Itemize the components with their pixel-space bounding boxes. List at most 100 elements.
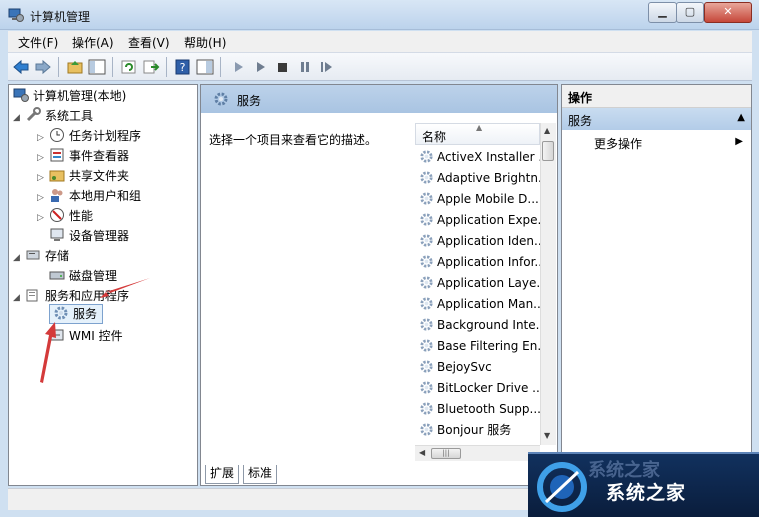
tree-item-task-scheduler[interactable]: ▷ 任务计划程序 [37, 127, 141, 145]
start-service-icon[interactable] [230, 59, 248, 75]
tree-item-wmi[interactable]: WMI 控件 [49, 327, 123, 345]
menu-help[interactable]: 帮助(H) [184, 34, 226, 51]
clock-icon [50, 128, 64, 142]
service-name: Base Filtering En... [437, 339, 541, 353]
service-row[interactable]: Application Laye... [419, 273, 541, 294]
expand-arrow-icon[interactable]: ▷ [37, 149, 47, 167]
service-name: ActiveX Installer ... [437, 150, 541, 164]
gear-icon [420, 360, 433, 373]
minimize-button[interactable]: ▁ [648, 2, 677, 23]
expand-arrow-icon[interactable]: ▷ [37, 169, 47, 187]
tab-standard[interactable]: 标准 [243, 465, 278, 484]
gear-icon [420, 150, 433, 163]
watermark-emblem-icon [537, 462, 587, 512]
export-list-icon[interactable] [142, 59, 160, 75]
scroll-thumb[interactable]: ||| [431, 448, 461, 459]
tree-item-event-viewer[interactable]: ▷ 事件查看器 [37, 147, 129, 165]
scroll-left-icon[interactable]: ◀ [419, 448, 425, 457]
expand-arrow-icon[interactable]: ▷ [37, 129, 47, 147]
gear-icon [420, 192, 433, 205]
service-name: Application Laye... [437, 276, 541, 290]
tree-item-shared-folders[interactable]: ▷ 共享文件夹 [37, 167, 129, 185]
start-alt-icon[interactable] [252, 59, 270, 75]
tools-icon [26, 107, 41, 122]
scroll-thumb[interactable] [542, 141, 554, 161]
menu-view[interactable]: 查看(V) [128, 34, 170, 51]
collapse-arrow-icon[interactable]: ◢ [13, 249, 23, 267]
service-row[interactable]: Bonjour 服务 [419, 420, 541, 441]
vertical-scrollbar[interactable]: ▲ ▼ [540, 123, 556, 445]
event-viewer-icon [50, 148, 64, 162]
service-row[interactable]: Application Infor... [419, 252, 541, 273]
menu-file[interactable]: 文件(F) [18, 34, 58, 51]
actions-section-services[interactable]: 服务 ▲ [562, 108, 751, 130]
help-icon[interactable]: ? [174, 59, 192, 75]
service-row[interactable]: Application Man... [419, 294, 541, 315]
expand-arrow-icon[interactable]: ▷ [37, 189, 47, 207]
restart-service-icon[interactable] [318, 59, 336, 75]
service-row[interactable]: Bluetooth Supp... [419, 399, 541, 420]
gear-icon [420, 171, 433, 184]
back-arrow-icon[interactable] [12, 59, 30, 75]
gear-icon [420, 213, 433, 226]
tree-item-label: 存储 [45, 249, 70, 263]
tree-root[interactable]: 计算机管理(本地) [13, 87, 126, 105]
service-row[interactable]: Application Iden... [419, 231, 541, 252]
close-button[interactable]: ✕ [704, 2, 752, 23]
service-row[interactable]: Application Expe... [419, 210, 541, 231]
service-name: Application Infor... [437, 255, 541, 269]
tree-item-label: 服务和应用程序 [45, 289, 130, 303]
more-actions-item[interactable]: 更多操作 [594, 135, 642, 152]
computer-management-icon [13, 88, 29, 102]
service-row[interactable]: BejoySvc [419, 357, 541, 378]
service-name: Apple Mobile D... [437, 192, 539, 206]
pause-service-icon[interactable] [296, 59, 314, 75]
service-row[interactable]: BitLocker Drive ... [419, 378, 541, 399]
menu-action[interactable]: 操作(A) [72, 34, 114, 51]
forward-arrow-icon[interactable] [34, 59, 52, 75]
service-name: Application Iden... [437, 234, 541, 248]
service-row[interactable]: Apple Mobile D... [419, 189, 541, 210]
scroll-down-icon[interactable]: ▼ [544, 431, 550, 440]
tree-item-storage[interactable]: ◢ 存储 [13, 247, 69, 265]
service-row[interactable]: Adaptive Brightn... [419, 168, 541, 189]
column-header-name[interactable]: ▲ 名称 [415, 123, 540, 145]
scroll-up-icon[interactable]: ▲ [544, 126, 550, 135]
expand-arrow-icon[interactable]: ▷ [37, 209, 47, 227]
refresh-icon[interactable] [120, 59, 138, 75]
tree-item-services-apps[interactable]: ◢ 服务和应用程序 [13, 287, 129, 305]
watermark-text: 系统之家 [606, 482, 687, 504]
tree-item-system-tools[interactable]: ◢ 系统工具 [13, 107, 93, 125]
gear-icon [420, 381, 433, 394]
service-row[interactable]: ActiveX Installer ... [419, 147, 541, 168]
gear-icon [420, 234, 433, 247]
up-folder-icon[interactable] [66, 59, 84, 75]
toolbar: ? [8, 52, 752, 81]
tree-item-disk-management[interactable]: 磁盘管理 [49, 267, 117, 285]
tree-item-local-users[interactable]: ▷ 本地用户和组 [37, 187, 141, 205]
tab-extended[interactable]: 扩展 [205, 465, 240, 484]
properties-pane-icon[interactable] [196, 59, 214, 75]
collapse-arrow-icon[interactable]: ◢ [13, 289, 23, 307]
stop-service-icon[interactable] [274, 59, 292, 75]
collapse-arrow-icon[interactable]: ◢ [13, 109, 23, 127]
tree-item-label: 服务 [73, 307, 98, 321]
collapse-up-icon[interactable]: ▲ [737, 112, 745, 123]
tree-root-label: 计算机管理(本地) [33, 89, 127, 103]
horizontal-scrollbar[interactable]: ◀ ||| [415, 445, 540, 461]
maximize-button[interactable]: ▢ [676, 2, 704, 23]
tree-item-label: 性能 [69, 209, 94, 223]
gear-icon [54, 306, 68, 320]
service-name: Bluetooth Supp... [437, 402, 541, 416]
pane-title: 服务 [237, 94, 262, 108]
show-hide-tree-icon[interactable] [88, 59, 106, 75]
description-text: 选择一个项目来查看它的描述。 [209, 133, 378, 147]
tree-item-services[interactable]: 服务 [53, 305, 97, 323]
watermark-logo: 系统之家 系统之家 [528, 452, 759, 517]
window-title: 计算机管理 [30, 10, 91, 24]
tree-item-device-manager[interactable]: 设备管理器 [49, 227, 129, 245]
service-row[interactable]: Base Filtering En... [419, 336, 541, 357]
service-row[interactable]: Background Inte... [419, 315, 541, 336]
gear-icon [420, 297, 433, 310]
tree-item-performance[interactable]: ▷ 性能 [37, 207, 93, 225]
